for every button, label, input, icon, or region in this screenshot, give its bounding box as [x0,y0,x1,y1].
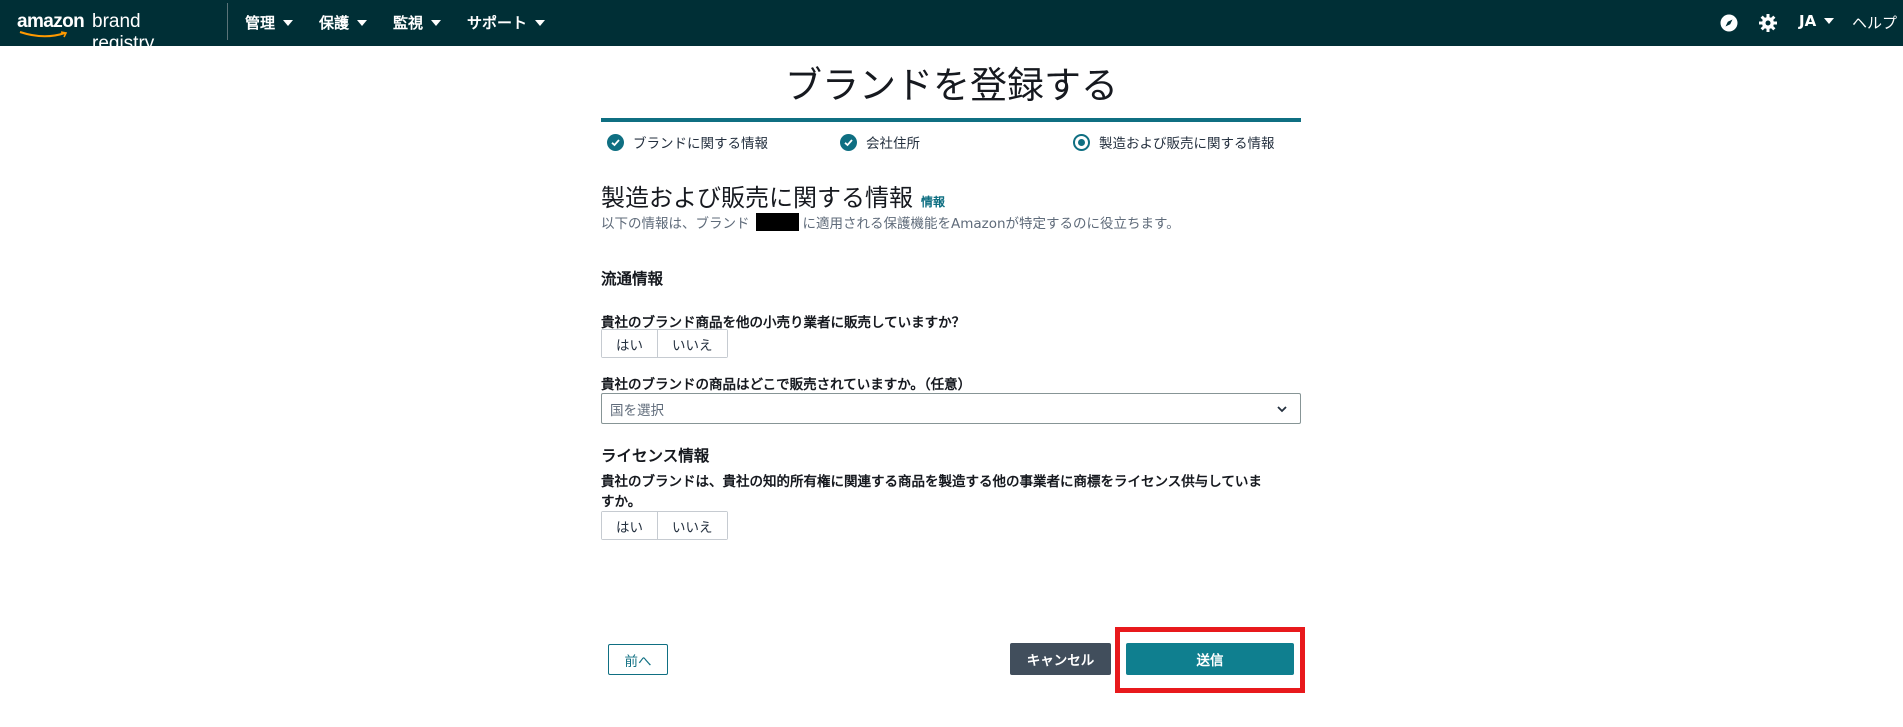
submit-button[interactable]: 送信 [1126,643,1294,675]
language-label: JA [1799,12,1817,30]
compass-icon[interactable] [1718,12,1740,34]
license-question-line2: すか。 [601,494,642,510]
license-yes-button[interactable]: はい [602,512,657,539]
caret-down-icon [283,19,294,26]
previous-button[interactable]: 前へ [608,644,668,675]
license-no-button[interactable]: いいえ [657,512,727,539]
caret-down-icon [431,19,442,26]
info-link[interactable]: 情報 [921,193,945,210]
amazon-brand-registry-logo[interactable]: amazon brand registry [17,8,207,54]
distribution-heading: 流通情報 [601,270,664,288]
country-select[interactable]: 国を選択 [601,393,1301,424]
language-selector[interactable]: JA [1799,12,1835,30]
help-link[interactable]: ヘルプ [1852,12,1897,33]
chevron-down-icon [1277,406,1287,413]
retail-sales-toggle: はい いいえ [601,329,728,358]
nav-menu-monitor[interactable]: 監視 [393,12,442,33]
caret-down-icon [357,19,368,26]
step-manufacturing-sales: 製造および販売に関する情報 [1073,132,1275,152]
country-select-placeholder: 国を選択 [610,402,664,419]
current-step-radio-icon [1073,133,1090,151]
section-title: 製造および販売に関する情報 情報 [601,178,945,213]
sales-country-question: 貴社のブランドの商品はどこで販売されていますか。（任意） [601,377,972,393]
license-question: 貴社のブランドは、貴社の知的所有権に関連する商品を製造する他の事業者に商標をライ… [601,472,1306,512]
step-brand-info: ブランドに関する情報 [607,132,768,152]
license-toggle: はい いいえ [601,511,728,540]
section-title-text: 製造および販売に関する情報 [601,184,913,212]
section-intro: 以下の情報は、ブランド に適用される保護機能をAmazonが特定するのに役立ちま… [601,212,1180,232]
nav-divider [227,3,228,40]
check-circle-icon [607,133,624,151]
logo-amazon-text: amazon [17,11,85,32]
license-heading: ライセンス情報 [601,447,710,465]
step-label: 会社住所 [866,136,920,152]
page-title: ブランドを登録する [785,64,1118,107]
redacted-brand-name [755,213,799,231]
top-navigation-bar: amazon brand registry 管理 保護 監視 サポート JA ヘ… [0,0,1903,54]
intro-text-before: 以下の情報は、ブランド [601,216,750,232]
license-question-line1: 貴社のブランドは、貴社の知的所有権に関連する商品を製造する他の事業者に商標をライ… [601,474,1262,490]
amazon-smile-icon [19,31,68,38]
step-label: 製造および販売に関する情報 [1099,136,1275,152]
gear-icon[interactable] [1757,12,1779,34]
retail-sales-no-button[interactable]: いいえ [657,330,727,357]
nav-menu-label: 監視 [393,14,424,32]
intro-text-after: に適用される保護機能をAmazonが特定するのに役立ちます。 [802,216,1180,232]
nav-menu-label: 管理 [245,14,276,32]
retail-sales-yes-button[interactable]: はい [602,330,657,357]
caret-down-icon [535,19,546,26]
progress-bar [601,118,1301,122]
step-company-address: 会社住所 [840,132,920,152]
nav-menu-label: 保護 [319,14,350,32]
nav-menu-protect[interactable]: 保護 [319,12,368,33]
retail-sales-question: 貴社のブランド商品を他の小売り業者に販売していますか？ [601,315,966,331]
logo-brand-registry-text: brand registry [92,11,155,54]
nav-menu-label: サポート [467,14,528,32]
cancel-button[interactable]: キャンセル [1010,643,1111,675]
nav-menu-manage[interactable]: 管理 [245,12,294,33]
step-label: ブランドに関する情報 [633,136,768,152]
caret-down-icon [1824,18,1835,24]
nav-menu-support[interactable]: サポート [467,12,546,33]
check-circle-icon [840,133,857,151]
